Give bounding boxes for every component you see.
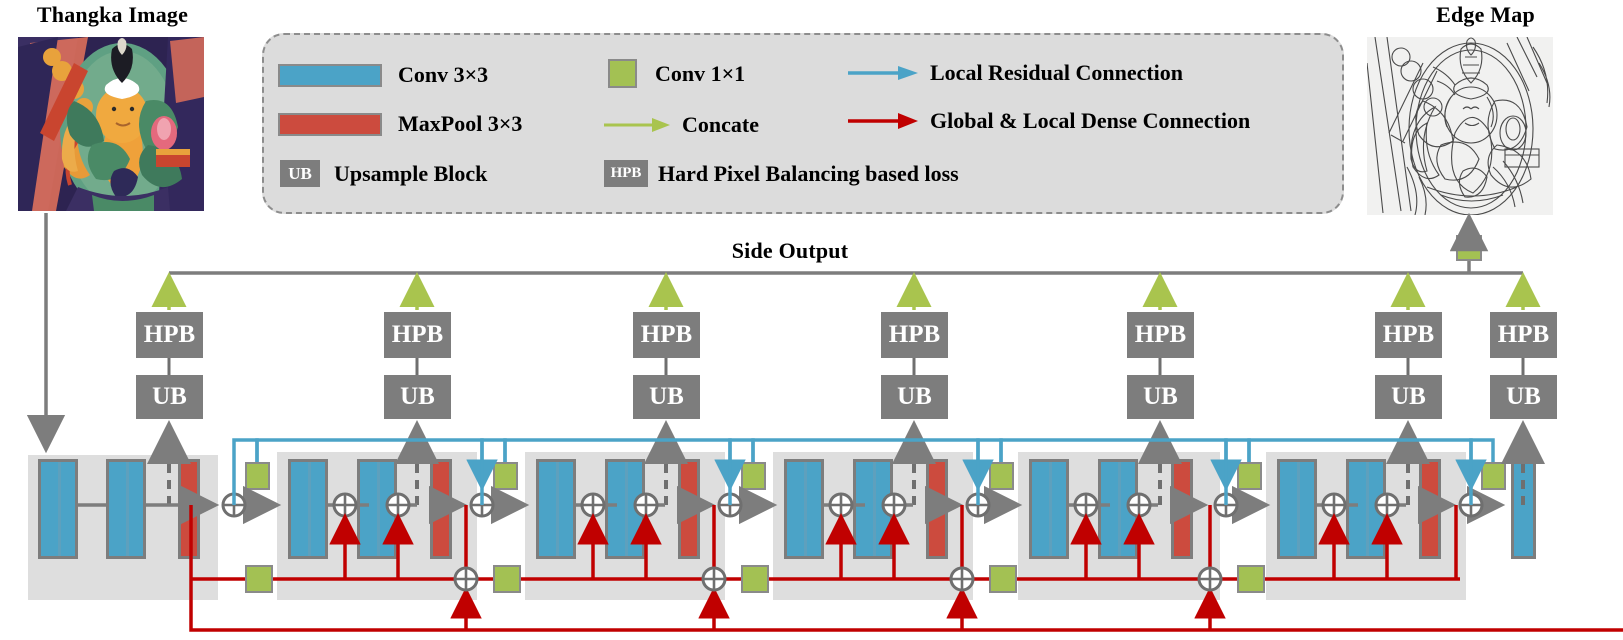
hpb-ub-connectors <box>167 358 1525 375</box>
connection-lines-layer <box>26 212 1623 632</box>
ub-dashed-feeds <box>147 420 1545 505</box>
concate-arrows <box>151 272 1541 310</box>
local-residual-connections <box>232 438 1495 505</box>
dense-connections <box>189 505 1623 632</box>
